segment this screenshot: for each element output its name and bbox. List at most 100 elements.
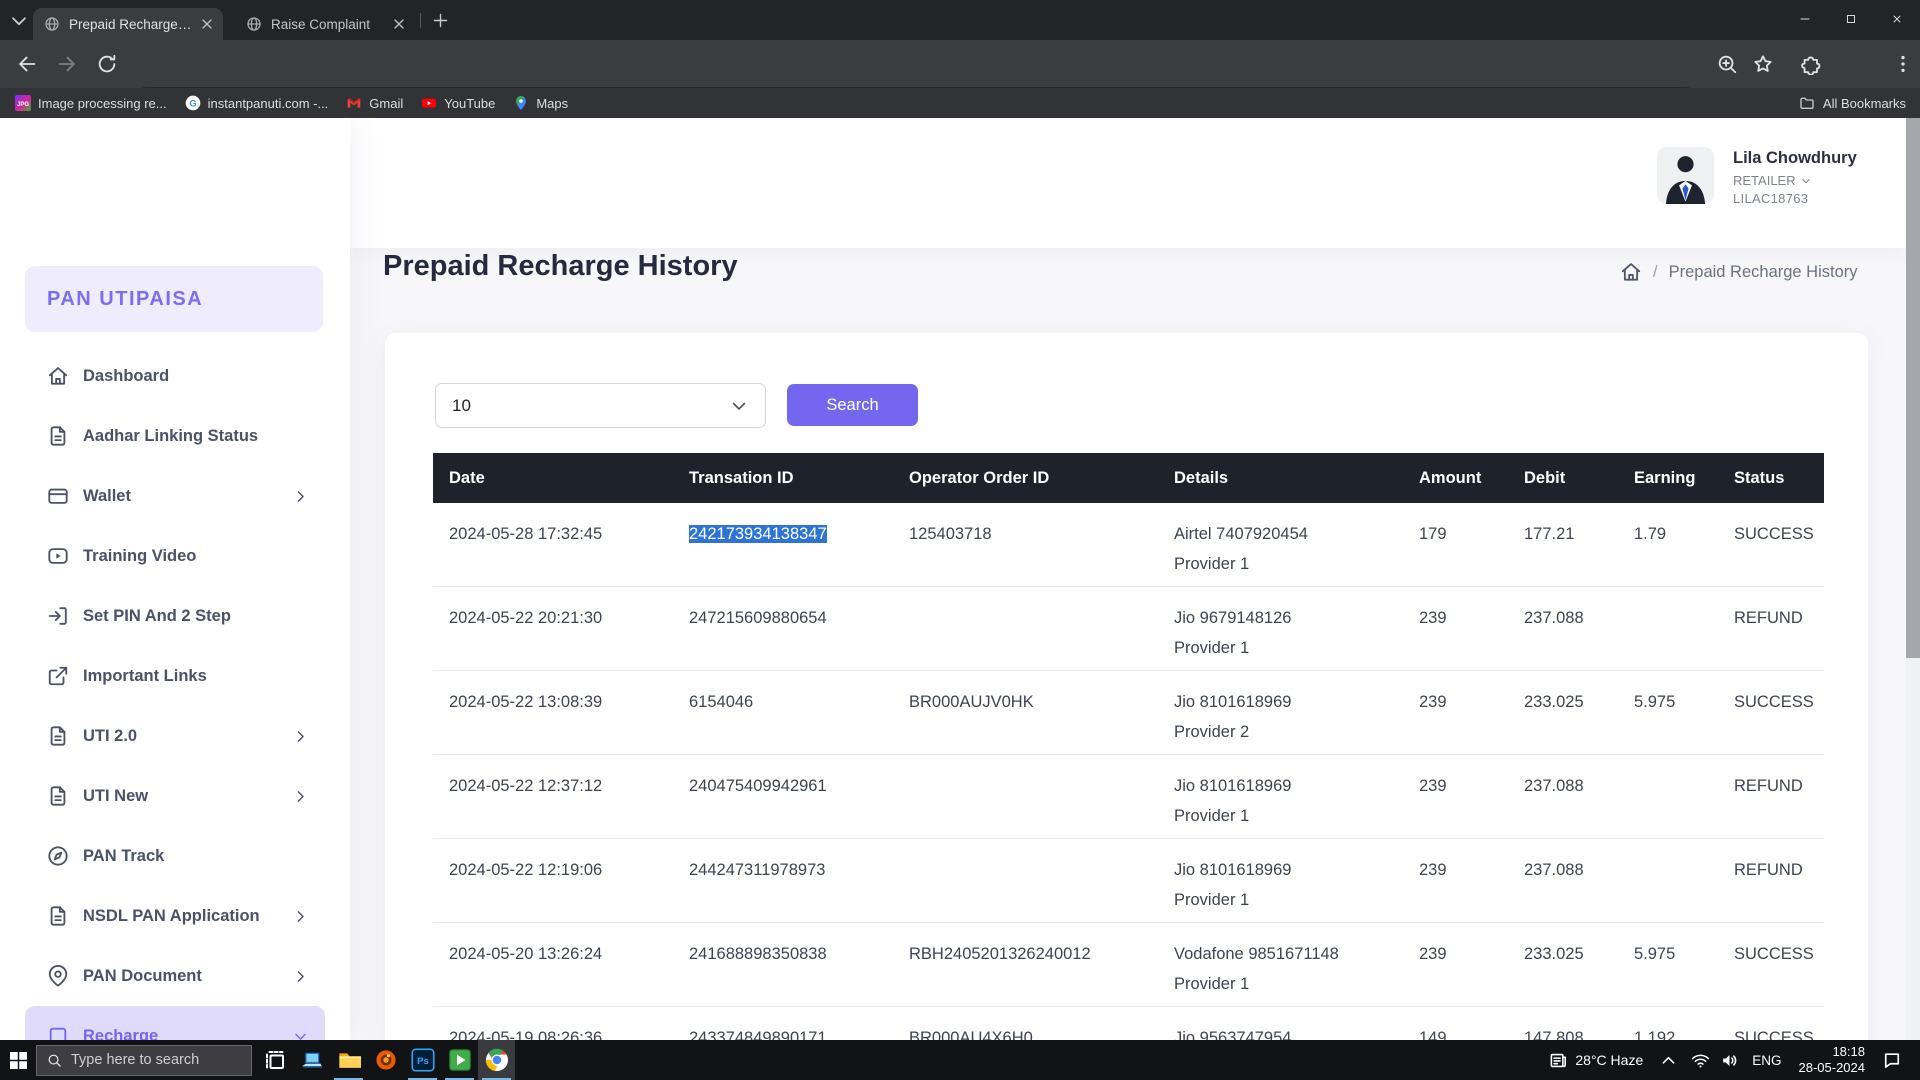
user-name: Lila Chowdhury <box>1733 149 1857 168</box>
cell-transaction-id[interactable]: 247215609880654 <box>673 608 893 670</box>
sidebar-item-training-video[interactable]: Training Video <box>25 526 325 586</box>
clock[interactable]: 18:18 28-05-2024 <box>1790 1044 1875 1076</box>
transaction-id-text: 243374849890171 <box>689 1029 827 1040</box>
sidebar-item-uti-new[interactable]: UTI New <box>25 766 325 826</box>
cell-status: REFUND <box>1718 776 1824 838</box>
sidebar-item-set-pin-and-2-step[interactable]: Set PIN And 2 Step <box>25 586 325 646</box>
maximize-button[interactable] <box>1828 0 1874 38</box>
sidebar-item-wallet[interactable]: Wallet <box>25 466 325 526</box>
start-button[interactable] <box>0 1040 36 1080</box>
login-icon <box>47 605 69 627</box>
taskbar-app-file-explorer[interactable] <box>330 1040 367 1080</box>
page-title: Prepaid Recharge History <box>383 250 738 283</box>
scrollbar-thumb[interactable] <box>1906 118 1920 658</box>
cell-earning: 1.79 <box>1618 524 1718 586</box>
sidebar: PAN UTIPAISA Dashboard Aadhar Linking Sta… <box>0 118 350 1040</box>
cell-transaction-id[interactable]: 6154046 <box>673 692 893 754</box>
sidebar-item-label: Aadhar Linking Status <box>83 427 258 446</box>
sidebar-item-uti-2-0[interactable]: UTI 2.0 <box>25 706 325 766</box>
table-row: 2024-05-22 13:08:396154046BR000AUJV0HKJi… <box>433 671 1824 755</box>
cell-debit: 147.808 <box>1508 1028 1618 1040</box>
sidebar-item-pan-track[interactable]: PAN Track <box>25 826 325 886</box>
profile-meta: Lila Chowdhury RETAILER LILAC18763 <box>1733 147 1857 206</box>
detail-line: Jio 9563747954 <box>1174 1028 1403 1040</box>
network-status[interactable] <box>1686 1040 1715 1080</box>
bookmark-maps[interactable]: Maps <box>504 91 577 115</box>
sidebar-item-aadhar-linking-status[interactable]: Aadhar Linking Status <box>25 406 325 466</box>
bookmark-youtube[interactable]: YouTube <box>412 91 504 115</box>
cell-transaction-id[interactable]: 242173934138347 <box>673 524 893 586</box>
photoshop-icon: Ps <box>411 1048 435 1072</box>
cell-amount: 179 <box>1403 524 1508 586</box>
brand-logo[interactable]: PAN UTIPAISA <box>25 266 323 332</box>
recharge-history-table: DateTransation IDOperator Order IDDetail… <box>433 453 1824 1040</box>
bookmark-star-icon[interactable] <box>1752 53 1774 75</box>
page-scrollbar[interactable] <box>1906 118 1920 1040</box>
zoom-icon[interactable] <box>1716 53 1738 75</box>
taskbar-app-pc[interactable] <box>293 1040 330 1080</box>
extensions-icon[interactable] <box>1800 53 1822 75</box>
cell-transaction-id[interactable]: 244247311978973 <box>673 860 893 922</box>
taskbar-app-photoshop[interactable]: Ps <box>404 1040 441 1080</box>
action-center[interactable] <box>1874 1040 1910 1080</box>
language-indicator[interactable]: ENG <box>1744 1053 1789 1068</box>
tray-expand[interactable] <box>1651 1040 1686 1080</box>
tab-search-chevron-icon[interactable] <box>8 10 30 32</box>
search-button[interactable]: Search <box>787 384 918 426</box>
transaction-id-text: 6154046 <box>689 693 753 711</box>
home-icon[interactable] <box>1620 261 1642 283</box>
taskbar-app-chrome[interactable] <box>478 1040 515 1080</box>
reload-icon[interactable] <box>96 53 118 75</box>
browser-tab-prepaid-recharge-history[interactable]: Prepaid Recharge History <box>33 8 223 40</box>
bookmark-instantpanuti-com[interactable]: Ginstantpanuti.com -... <box>176 91 338 115</box>
back-icon[interactable] <box>16 53 38 75</box>
page-size-select[interactable]: 10 <box>435 383 766 428</box>
sidebar-item-dashboard[interactable]: Dashboard <box>25 346 325 406</box>
bookmark-gmail[interactable]: Gmail <box>337 91 412 115</box>
user-profile[interactable]: Lila Chowdhury RETAILER LILAC18763 <box>1657 147 1857 206</box>
sidebar-item-pan-document[interactable]: PAN Document <box>25 946 325 1006</box>
taskbar-app-task-view[interactable] <box>256 1040 293 1080</box>
detail-line: Provider 2 <box>1174 722 1403 743</box>
avatar <box>1657 147 1714 204</box>
chevron-up-icon <box>1659 1051 1678 1070</box>
taskbar-app-media-play[interactable] <box>441 1040 478 1080</box>
date: 28-05-2024 <box>1799 1060 1866 1076</box>
forward-icon[interactable] <box>56 53 78 75</box>
bookmark-image-processing-re[interactable]: JPGImage processing re... <box>6 91 176 115</box>
taskbar-search-input[interactable]: Type here to search <box>36 1045 252 1076</box>
all-bookmarks-button[interactable]: All Bookmarks <box>1799 91 1906 115</box>
sidebar-item-important-links[interactable]: Important Links <box>25 646 325 706</box>
bookmark-label: YouTube <box>444 96 495 111</box>
minimize-button[interactable] <box>1782 0 1828 38</box>
cell-transaction-id[interactable]: 241688898350838 <box>673 944 893 1006</box>
close-icon <box>1891 13 1903 25</box>
sidebar-item-label: UTI New <box>83 787 148 806</box>
taskbar-app-camera-app[interactable] <box>367 1040 404 1080</box>
weather-widget[interactable]: 28°C Haze <box>1541 1040 1651 1080</box>
sidebar-item-nsdl-pan-application[interactable]: NSDL PAN Application <box>25 886 325 946</box>
browser-tab-raise-complaint[interactable]: Raise Complaint <box>235 8 415 40</box>
volume-control[interactable] <box>1715 1040 1744 1080</box>
tab-close-icon[interactable] <box>199 16 215 32</box>
cell-transaction-id[interactable]: 243374849890171 <box>673 1028 893 1040</box>
page-size-value: 10 <box>452 396 471 416</box>
cell-status: SUCCESS <box>1718 1028 1824 1040</box>
cell-transaction-id[interactable]: 240475409942961 <box>673 776 893 838</box>
breadcrumb-separator: / <box>1653 263 1658 282</box>
menu-kebab-icon[interactable] <box>1892 53 1914 75</box>
cell-debit: 237.088 <box>1508 776 1618 838</box>
detail-line: Jio 8101618969 <box>1174 692 1403 713</box>
close-button[interactable] <box>1874 0 1920 38</box>
taskbar-search-placeholder: Type here to search <box>71 1052 199 1068</box>
sidebar-item-label: Dashboard <box>83 367 169 386</box>
table-row: 2024-05-22 12:37:12240475409942961Jio 81… <box>433 755 1824 839</box>
chevron-down-icon <box>729 396 749 416</box>
file-icon <box>47 425 69 447</box>
tab-close-icon[interactable] <box>391 16 407 32</box>
compass-icon <box>47 845 69 867</box>
new-tab-icon[interactable] <box>432 12 449 29</box>
sidebar-item-recharge[interactable]: Recharge <box>25 1006 325 1040</box>
cell-date: 2024-05-20 13:26:24 <box>433 944 673 1006</box>
user-role[interactable]: RETAILER <box>1733 173 1857 188</box>
